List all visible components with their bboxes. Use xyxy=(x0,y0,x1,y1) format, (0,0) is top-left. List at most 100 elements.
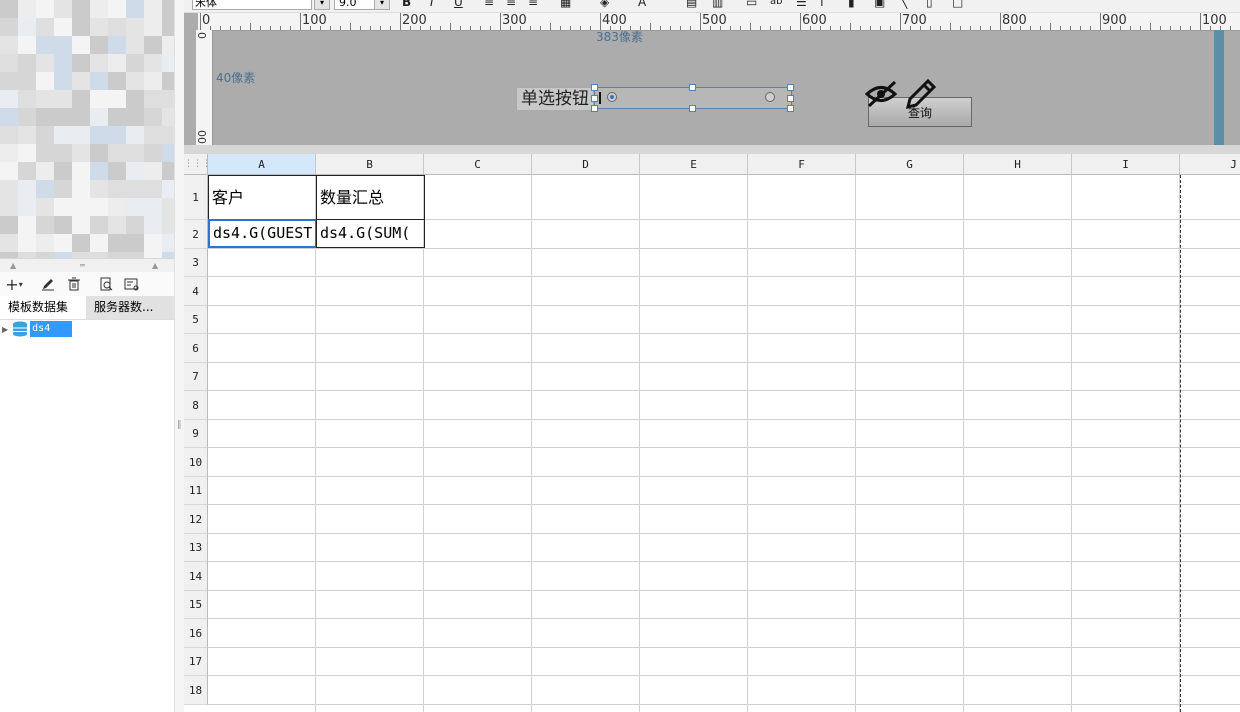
resize-handle[interactable] xyxy=(591,105,598,112)
row-header-8[interactable]: 8 xyxy=(184,391,208,420)
border-icon[interactable]: ▦ xyxy=(560,0,571,9)
column-header-h[interactable]: H xyxy=(964,154,1072,175)
resize-handle[interactable] xyxy=(591,95,598,102)
row-header-4[interactable]: 4 xyxy=(184,277,208,306)
row-header-7[interactable]: 7 xyxy=(184,363,208,391)
spreadsheet-grid[interactable]: ⋮⋮⋮ 客户 数量汇总 ds4.G(GUEST ds4.G(SUM( ABCDE… xyxy=(184,154,1240,712)
resize-handle[interactable] xyxy=(787,95,794,102)
eye-hidden-icon[interactable] xyxy=(865,79,899,109)
radio-button-label-widget[interactable]: 单选按钮 xyxy=(516,87,594,111)
column-header-b[interactable]: B xyxy=(316,154,424,175)
column-header-f[interactable]: F xyxy=(748,154,856,175)
expand-arrow-icon[interactable]: ▶ xyxy=(2,325,8,334)
column-header-a[interactable]: A xyxy=(208,154,316,175)
radio-option-1[interactable] xyxy=(607,92,617,102)
blur-block xyxy=(72,180,90,198)
row-header-9[interactable]: 9 xyxy=(184,420,208,448)
ruler-label: 700 xyxy=(902,13,927,28)
doc-icon[interactable]: ▯ xyxy=(926,0,933,9)
column-header-d[interactable]: D xyxy=(532,154,640,175)
select-all-corner[interactable]: ⋮⋮⋮ xyxy=(184,154,211,175)
edit-dataset-button[interactable] xyxy=(38,275,58,293)
parameter-design-area[interactable]: 383像素 40像素 单选按钮 查询 xyxy=(214,30,1214,145)
cell-a1[interactable]: 客户 xyxy=(208,175,317,220)
font-color-icon[interactable]: A xyxy=(638,0,646,9)
merge-cells-icon[interactable]: ▤ xyxy=(686,0,697,9)
vertical-ruler: 0 00 xyxy=(196,30,213,145)
slash-icon[interactable]: ╲ xyxy=(900,0,907,9)
image-icon[interactable]: ▣ xyxy=(874,0,885,9)
row-header-18[interactable]: 18 xyxy=(184,676,208,705)
blur-block xyxy=(126,36,144,54)
resize-handle[interactable] xyxy=(591,84,598,91)
row-header-11[interactable]: 11 xyxy=(184,477,208,505)
column-header-j[interactable]: J xyxy=(1180,154,1240,175)
font-size-dropdown-icon[interactable]: ▾ xyxy=(374,0,390,10)
collapse-down-icon[interactable]: ▲ xyxy=(152,261,158,270)
radio-option-2[interactable] xyxy=(765,92,775,102)
column-header-e[interactable]: E xyxy=(640,154,748,175)
italic-icon[interactable]: I xyxy=(430,0,434,9)
ruler-label: 0 xyxy=(202,13,211,28)
radio-group-widget[interactable] xyxy=(591,84,794,112)
tab-server-datasets[interactable]: 服务器数... xyxy=(86,296,174,319)
blur-block xyxy=(36,234,54,252)
insert-row-icon[interactable]: ▭ xyxy=(746,0,757,9)
resize-handle[interactable] xyxy=(689,84,696,91)
resize-handle[interactable] xyxy=(787,84,794,91)
column-header-g[interactable]: G xyxy=(856,154,964,175)
row-header-6[interactable]: 6 xyxy=(184,334,208,363)
sub-report-icon[interactable]: □ xyxy=(952,0,963,9)
delete-dataset-button[interactable] xyxy=(64,275,84,293)
add-dataset-button[interactable]: + ▾ xyxy=(2,275,26,294)
row-header-5[interactable]: 5 xyxy=(184,306,208,334)
grid-row-line xyxy=(208,276,1240,277)
chart-icon[interactable]: ▮ xyxy=(848,0,855,9)
row-header-2[interactable]: 2 xyxy=(184,220,208,249)
ruler-label: 100 xyxy=(302,13,327,28)
cell-a2[interactable]: ds4.G(GUEST xyxy=(208,219,317,248)
blur-block xyxy=(144,18,162,36)
dataset-settings-button[interactable] xyxy=(122,275,142,293)
row-header-1[interactable]: 1 xyxy=(184,175,208,220)
tree-item-ds4[interactable]: ▶ ds4 xyxy=(2,320,73,338)
resize-handle[interactable] xyxy=(689,105,696,112)
splitter-grip-icon[interactable]: ═ xyxy=(80,261,85,270)
row-header-10[interactable]: 10 xyxy=(184,448,208,477)
font-name-dropdown-icon[interactable]: ▾ xyxy=(314,0,330,10)
row-header-12[interactable]: 12 xyxy=(184,505,208,534)
align-right-icon[interactable]: ≡ xyxy=(528,0,538,9)
row-header-3[interactable]: 3 xyxy=(184,249,208,277)
row-header-14[interactable]: 14 xyxy=(184,562,208,591)
blur-block xyxy=(36,216,54,234)
blur-block xyxy=(90,180,108,198)
cell-b2[interactable]: ds4.G(SUM( xyxy=(316,219,425,248)
fill-color-icon[interactable]: ◈ xyxy=(600,0,609,9)
blur-block xyxy=(90,234,108,252)
cell-b1[interactable]: 数量汇总 xyxy=(316,175,425,220)
param-panel-bottom[interactable] xyxy=(184,145,1240,154)
pencil-icon[interactable] xyxy=(904,77,938,111)
resize-handle[interactable] xyxy=(787,105,794,112)
text-icon[interactable]: ab xyxy=(770,0,782,9)
bold-icon[interactable]: B xyxy=(402,0,411,9)
underline-icon[interactable]: U xyxy=(454,0,463,9)
column-header-c[interactable]: C xyxy=(424,154,532,175)
collapse-up-icon[interactable]: ▲ xyxy=(10,261,16,270)
align-center-icon[interactable]: ≡ xyxy=(506,0,516,9)
column-header-i[interactable]: I xyxy=(1072,154,1180,175)
font-name-select[interactable]: 宋体 xyxy=(192,0,312,10)
blur-block xyxy=(36,108,54,126)
blur-block xyxy=(72,36,90,54)
tab-template-datasets[interactable]: 模板数据集 xyxy=(0,296,86,319)
row-header-17[interactable]: 17 xyxy=(184,648,208,676)
formula-icon[interactable]: f xyxy=(820,0,824,9)
row-header-13[interactable]: 13 xyxy=(184,534,208,562)
preview-dataset-button[interactable] xyxy=(96,275,116,293)
row-header-15[interactable]: 15 xyxy=(184,591,208,619)
paragraph-icon[interactable]: ☰ xyxy=(796,0,807,9)
split-cells-icon[interactable]: ▥ xyxy=(712,0,723,9)
row-header-16[interactable]: 16 xyxy=(184,619,208,648)
align-left-icon[interactable]: ≡ xyxy=(484,0,494,9)
divider-grip-icon[interactable]: ‖ xyxy=(177,420,182,430)
